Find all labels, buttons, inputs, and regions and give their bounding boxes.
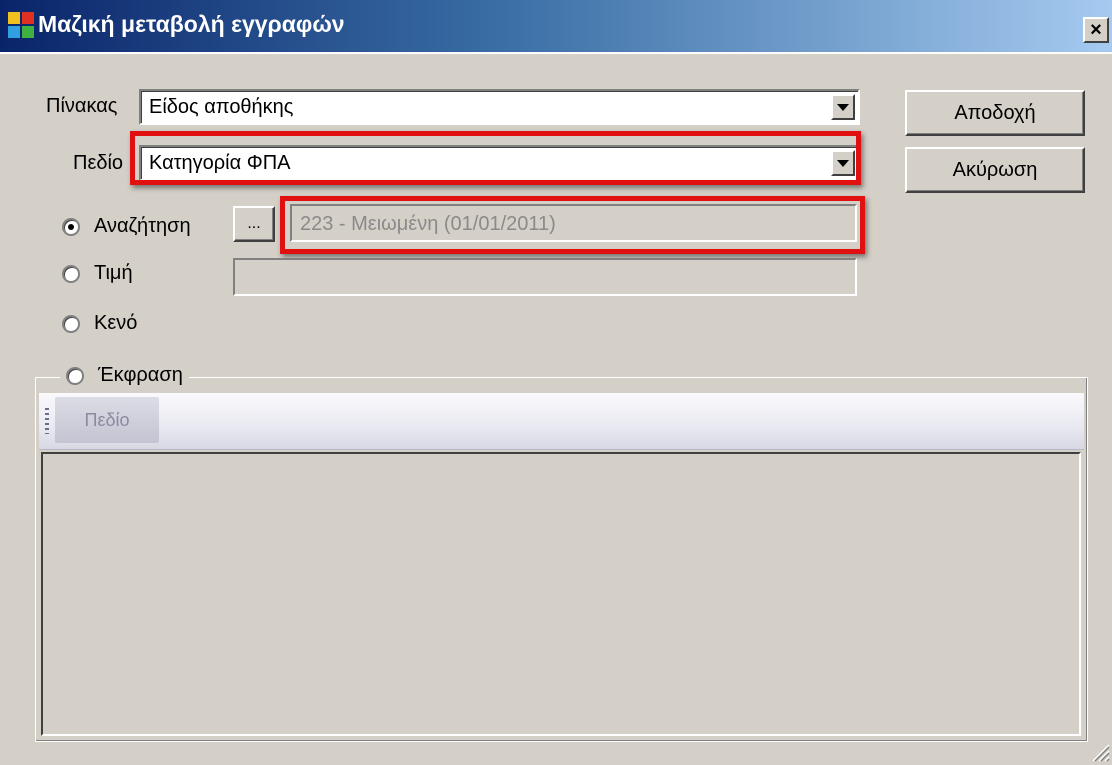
search-option-label: Αναζήτηση [94,215,191,237]
value-option[interactable]: Τιμή [62,262,133,285]
app-icon [8,12,34,38]
value-field[interactable] [233,258,857,296]
expression-radio[interactable] [66,366,84,385]
table-combobox-value: Είδος αποθήκης [149,96,294,118]
title-bar[interactable]: Μαζική μεταβολή εγγραφών × [0,0,1112,54]
expression-toolbar: Πεδίο [39,393,1084,450]
field-highlight-box [130,131,861,185]
expression-editor[interactable] [41,452,1081,736]
close-icon: × [1090,18,1102,41]
grip-icon[interactable] [45,408,49,434]
search-option[interactable]: Αναζήτηση [62,215,191,238]
table-label: Πίνακας [46,95,118,117]
resize-grip-icon[interactable] [1088,740,1110,762]
table-combobox[interactable]: Είδος αποθήκης [139,89,860,125]
close-button[interactable]: × [1083,17,1109,43]
search-radio[interactable] [62,217,80,236]
search-highlight-box [280,196,865,254]
expression-option-label: Έκφραση [98,364,183,386]
value-radio[interactable] [62,264,80,283]
window-title: Μαζική μεταβολή εγγραφών [38,11,345,37]
empty-radio[interactable] [62,314,80,333]
accept-button[interactable]: Αποδοχή [905,90,1085,136]
mass-update-dialog: Μαζική μεταβολή εγγραφών × Πίνακας Είδος… [0,0,1112,765]
chevron-down-icon[interactable] [831,94,855,120]
cancel-button[interactable]: Ακύρωση [905,147,1085,193]
field-label: Πεδίο [73,152,124,174]
field-toolbar-button[interactable]: Πεδίο [55,397,159,443]
expression-option[interactable]: Έκφραση [60,364,189,387]
value-option-label: Τιμή [94,262,133,284]
empty-option-label: Κενό [94,312,138,334]
empty-option[interactable]: Κενό [62,312,137,335]
browse-button[interactable]: ... [233,206,275,242]
